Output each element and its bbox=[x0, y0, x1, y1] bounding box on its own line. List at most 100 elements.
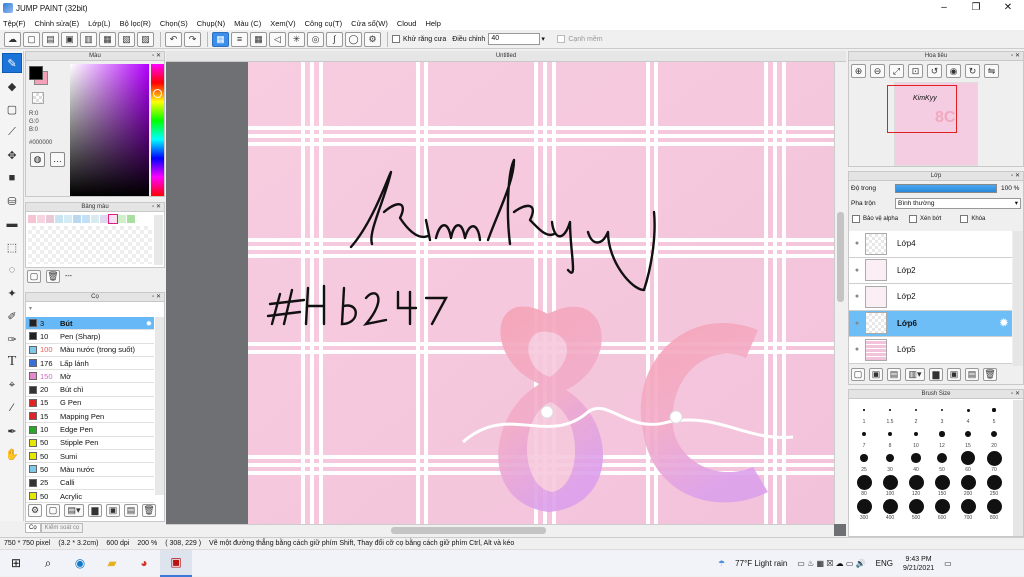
layer-folder-icon[interactable]: ▆ bbox=[929, 368, 943, 381]
print-icon[interactable]: ▦ bbox=[99, 31, 116, 47]
canvas-horizontal-scrollbar[interactable] bbox=[166, 524, 834, 536]
swatch[interactable] bbox=[91, 215, 99, 223]
transparent-color[interactable] bbox=[32, 92, 44, 104]
brush-size-cell[interactable]: 80 bbox=[851, 473, 877, 497]
brush-row[interactable]: 150 Mờ bbox=[26, 370, 154, 384]
vertical-scroll-thumb[interactable] bbox=[837, 212, 844, 302]
notification-icon[interactable]: ▭ bbox=[944, 559, 952, 568]
weather-text[interactable]: 77°F Light rain bbox=[735, 559, 787, 568]
brush-row[interactable]: 15 G Pen bbox=[26, 397, 154, 411]
tray-icons[interactable]: ▭ ♨ ▦ ☒ ☁ ▭ 🔊 bbox=[797, 559, 865, 568]
gear-icon[interactable]: ✹ bbox=[1000, 318, 1008, 329]
brush-settings-icon[interactable]: ⚙ bbox=[28, 504, 42, 517]
panel-close-icon[interactable]: ▫ ✕ bbox=[1011, 52, 1020, 61]
brush-row[interactable]: 50 Màu nước bbox=[26, 463, 154, 477]
new-layer-type-icon[interactable]: ▣ bbox=[869, 368, 883, 381]
tab-brush-control[interactable]: Kiểm soát cọ bbox=[40, 523, 84, 533]
layer-row[interactable]: ● Lớp5 bbox=[849, 337, 1012, 364]
add-swatch-icon[interactable]: ▢ bbox=[27, 270, 41, 283]
undo-icon[interactable]: ↶ bbox=[165, 31, 182, 47]
text-tool-icon[interactable]: T bbox=[2, 352, 22, 372]
lock-checkbox[interactable] bbox=[960, 215, 969, 223]
grid-icon[interactable]: ▦ bbox=[250, 31, 267, 47]
zoom-in-icon[interactable]: ⊕ bbox=[851, 64, 866, 78]
file-explorer-icon[interactable]: ▰ bbox=[96, 550, 128, 577]
brush-size-cell[interactable]: 200 bbox=[955, 473, 981, 497]
swatch[interactable] bbox=[28, 215, 36, 223]
brush-size-cell[interactable]: 4 bbox=[955, 401, 981, 425]
brush-size-cell[interactable]: 120 bbox=[903, 473, 929, 497]
brush-size-cell[interactable]: 25 bbox=[851, 449, 877, 473]
menu-cloud[interactable]: Cloud bbox=[397, 19, 417, 28]
brush-size-cell[interactable]: 2 bbox=[903, 401, 929, 425]
brush-row[interactable]: 10 Pen (Sharp) bbox=[26, 330, 154, 344]
search-icon[interactable]: ⌕ bbox=[32, 550, 64, 577]
eraser-tool-icon[interactable]: ◆ bbox=[2, 76, 22, 96]
layer-scrollbar[interactable] bbox=[1013, 231, 1023, 366]
protect-alpha-checkbox[interactable] bbox=[852, 215, 860, 223]
brush-size-cell[interactable]: 7 bbox=[851, 425, 877, 449]
brush-menu-icon[interactable]: ▤▾ bbox=[64, 504, 84, 517]
panel-close-icon[interactable]: ▫ ✕ bbox=[152, 52, 161, 61]
swatch-scrollbar[interactable] bbox=[154, 215, 163, 265]
language-indicator[interactable]: ENG bbox=[876, 559, 893, 568]
delete-swatch-icon[interactable]: 🗑 bbox=[46, 270, 60, 283]
swatch[interactable] bbox=[55, 215, 63, 223]
brush-size-cell[interactable]: 700 bbox=[955, 497, 981, 521]
brush-size-cell[interactable]: 300 bbox=[851, 497, 877, 521]
gear-icon[interactable]: ✹ bbox=[146, 319, 152, 328]
antialias-checkbox[interactable] bbox=[392, 35, 400, 43]
clock[interactable]: 9:43 PM 9/21/2021 bbox=[903, 555, 934, 573]
canvas-vertical-scrollbar[interactable] bbox=[834, 62, 846, 524]
reset-view-icon[interactable]: ◉ bbox=[946, 64, 961, 78]
visibility-icon[interactable]: ● bbox=[849, 267, 865, 274]
weather-icon[interactable]: ☂ bbox=[718, 559, 725, 568]
menu-tools[interactable]: Công cụ(T) bbox=[305, 19, 343, 28]
magic-wand-icon[interactable]: ✦ bbox=[2, 283, 22, 303]
layer-row[interactable]: ● Lớp2 bbox=[849, 257, 1012, 284]
brush-row[interactable]: 10 Edge Pen bbox=[26, 423, 154, 437]
brush-row[interactable]: 176 Lấp lánh bbox=[26, 357, 154, 371]
clipping-checkbox[interactable] bbox=[909, 215, 918, 223]
brush-size-cell[interactable]: 20 bbox=[981, 425, 1007, 449]
brush-scrollbar[interactable] bbox=[155, 317, 164, 495]
merge-layer-icon[interactable]: ▤ bbox=[965, 368, 979, 381]
brush-size-cell[interactable]: 40 bbox=[903, 449, 929, 473]
visibility-icon[interactable]: ● bbox=[849, 346, 865, 353]
swatch[interactable] bbox=[73, 215, 81, 223]
panel-close-icon[interactable]: ▫ ✕ bbox=[152, 293, 161, 302]
dropper-tool-icon[interactable]: ⁄ bbox=[2, 398, 22, 418]
menu-edit[interactable]: Chỉnh sửa(E) bbox=[35, 19, 80, 28]
fill-rect-tool-icon[interactable]: ■ bbox=[2, 168, 22, 188]
swatch[interactable] bbox=[82, 215, 90, 223]
swatch[interactable] bbox=[108, 214, 118, 224]
artboard[interactable] bbox=[248, 62, 834, 524]
brush-row[interactable]: 50 Stipple Pen bbox=[26, 437, 154, 450]
brush-row[interactable]: 50 Sumi bbox=[26, 450, 154, 464]
open-icon[interactable]: ▤ bbox=[42, 31, 59, 47]
fit-icon[interactable]: ⤢ bbox=[889, 64, 904, 78]
brush-size-cell[interactable]: 10 bbox=[903, 425, 929, 449]
saturation-picker[interactable] bbox=[70, 64, 149, 196]
blend-mode-select[interactable]: Bình thường ▾ bbox=[895, 198, 1021, 209]
rectangle-tool-icon[interactable]: ▢ bbox=[2, 99, 22, 119]
maximize-button[interactable]: ❐ bbox=[960, 0, 992, 16]
curve-icon[interactable]: ∫ bbox=[326, 31, 343, 47]
swatch[interactable] bbox=[37, 215, 45, 223]
panel-close-icon[interactable]: ▫ ✕ bbox=[1011, 172, 1020, 181]
export-icon[interactable]: ▥ bbox=[80, 31, 97, 47]
select-eraser-icon[interactable]: ✑ bbox=[2, 329, 22, 349]
soft-edge-checkbox[interactable] bbox=[557, 35, 566, 43]
panel-close-icon[interactable]: ▫ ✕ bbox=[152, 203, 161, 212]
save-icon[interactable]: ▣ bbox=[61, 31, 78, 47]
tab-brush[interactable]: Cọ bbox=[25, 523, 41, 533]
flip-icon[interactable]: ⇋ bbox=[984, 64, 999, 78]
menu-select[interactable]: Chọn(S) bbox=[160, 19, 188, 28]
ellipse-icon[interactable]: ◯ bbox=[345, 31, 362, 47]
brush-size-cell[interactable]: 3 bbox=[929, 401, 955, 425]
brush-group-toggle[interactable]: ▾ bbox=[26, 302, 164, 317]
brush-size-cell[interactable]: 30 bbox=[877, 449, 903, 473]
brush-row[interactable]: 20 Bút chì bbox=[26, 383, 154, 397]
color-wheel-icon[interactable]: ◍ bbox=[30, 152, 45, 167]
close-button[interactable]: ✕ bbox=[992, 0, 1024, 16]
